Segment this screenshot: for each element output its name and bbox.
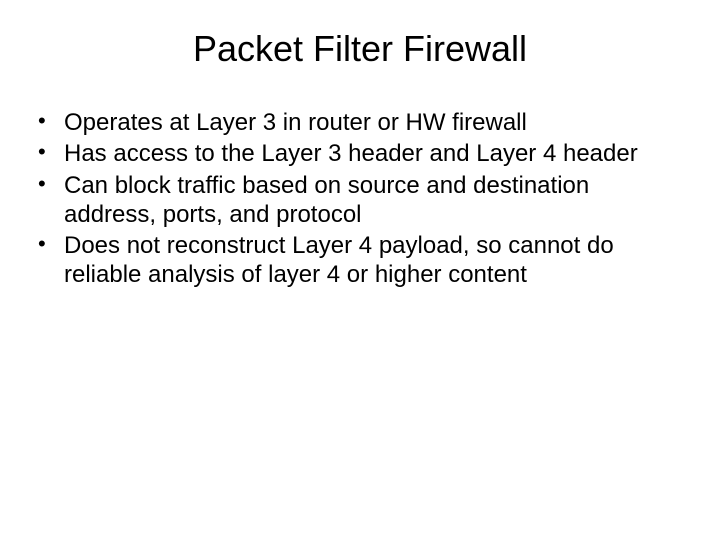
list-item: • Does not reconstruct Layer 4 payload, … [36,231,684,290]
bullet-text: Does not reconstruct Layer 4 payload, so… [64,231,684,290]
list-item: • Operates at Layer 3 in router or HW fi… [36,108,684,137]
bullet-text: Can block traffic based on source and de… [64,171,684,230]
bullet-text: Has access to the Layer 3 header and Lay… [64,139,684,168]
bullet-icon: • [36,139,64,166]
bullet-text: Operates at Layer 3 in router or HW fire… [64,108,684,137]
list-item: • Can block traffic based on source and … [36,171,684,230]
bullet-icon: • [36,108,64,135]
bullet-icon: • [36,231,64,258]
list-item: • Has access to the Layer 3 header and L… [36,139,684,168]
slide-title: Packet Filter Firewall [36,28,684,70]
bullet-icon: • [36,171,64,198]
bullet-list: • Operates at Layer 3 in router or HW fi… [36,108,684,290]
